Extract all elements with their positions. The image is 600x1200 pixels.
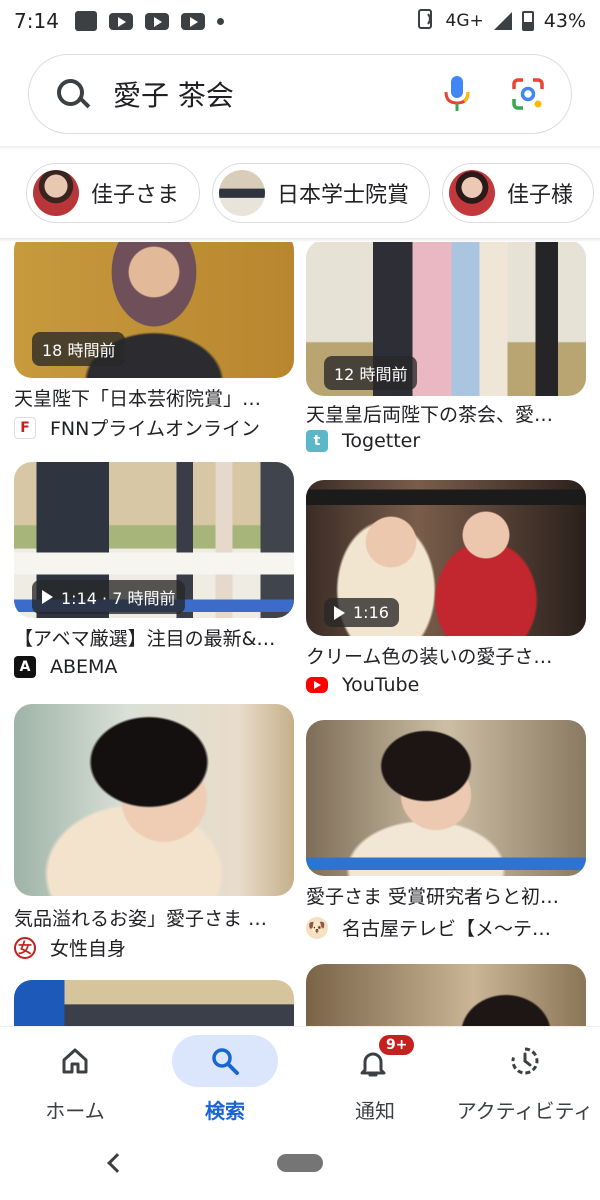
togetter-logo-icon: t bbox=[306, 430, 328, 452]
result-title[interactable]: 天皇陛下「日本芸術院賞」… bbox=[14, 384, 294, 411]
youtube-notification-icon bbox=[144, 12, 169, 30]
gallery-notification-icon bbox=[74, 11, 97, 31]
chip-thumbnail bbox=[449, 170, 496, 216]
badge-text: 1:16 bbox=[353, 603, 389, 622]
fnn-logo-icon: F bbox=[14, 416, 36, 439]
source-name: 女性自身 bbox=[50, 938, 127, 960]
system-navigation-bar bbox=[0, 1132, 600, 1200]
back-icon[interactable] bbox=[107, 1153, 127, 1173]
source-name: FNNプライムオンライン bbox=[50, 418, 260, 440]
search-icon bbox=[55, 77, 89, 111]
status-right-group: 4G+ 43% bbox=[414, 8, 586, 35]
josei-jishin-logo-icon: 女 bbox=[14, 936, 36, 959]
result-title[interactable]: クリーム色の装いの愛子さ… bbox=[306, 642, 586, 669]
result-source[interactable]: 女 女性自身 bbox=[14, 934, 304, 961]
nav-label: 通知 bbox=[355, 1099, 395, 1123]
result-title[interactable]: 気品溢れるお姿」愛子さま … bbox=[14, 904, 294, 931]
chip-label: 佳子さま bbox=[91, 183, 180, 208]
result-thumbnail[interactable]: 12 時間前 bbox=[306, 242, 586, 396]
status-bar: 7:14 4G+ 43% bbox=[0, 0, 600, 42]
source-name: ABEMA bbox=[50, 656, 118, 678]
result-source[interactable]: F FNNプライムオンライン bbox=[14, 414, 304, 441]
nav-icon-container bbox=[472, 1035, 578, 1087]
source-name: YouTube bbox=[342, 674, 420, 696]
search-icon bbox=[212, 1048, 239, 1075]
play-icon bbox=[334, 605, 345, 620]
chip-label: 佳子様 bbox=[507, 183, 574, 208]
time-badge: 1:16 bbox=[324, 598, 399, 627]
home-gesture-pill[interactable] bbox=[277, 1154, 323, 1172]
nav-home[interactable]: ホーム bbox=[0, 1027, 150, 1133]
battery-percent: 43% bbox=[543, 10, 586, 32]
nav-label: ホーム bbox=[45, 1099, 105, 1123]
result-title[interactable]: 天皇皇后両陛下の茶会、愛… bbox=[306, 400, 586, 427]
status-time: 7:14 bbox=[14, 9, 59, 33]
bottom-navigation: ホーム 検索 9+ 通知 アクティビティ bbox=[0, 1026, 600, 1132]
nav-label: アクティビティ bbox=[456, 1099, 594, 1123]
source-name: 名古屋テレビ【メ～テ… bbox=[342, 918, 552, 940]
home-icon bbox=[62, 1048, 88, 1074]
result-thumbnail[interactable]: 18 時間前 bbox=[14, 242, 294, 378]
google-lens-icon[interactable] bbox=[511, 77, 545, 111]
activity-history-icon bbox=[511, 1047, 539, 1075]
badge-text: 12 時間前 bbox=[334, 365, 408, 384]
nav-activity[interactable]: アクティビティ bbox=[450, 1027, 600, 1133]
nav-search[interactable]: 検索 bbox=[150, 1027, 300, 1133]
time-badge: 18 時間前 bbox=[32, 332, 126, 366]
result-thumbnail[interactable]: 1:14 · 7 時間前 bbox=[14, 462, 294, 618]
nfc-icon bbox=[414, 8, 436, 35]
microphone-icon[interactable] bbox=[443, 74, 471, 114]
notification-count-badge: 9+ bbox=[379, 1035, 415, 1055]
more-notifications-icon bbox=[216, 17, 224, 25]
time-badge: 1:14 · 7 時間前 bbox=[32, 580, 186, 614]
abema-logo-icon: A bbox=[14, 656, 36, 678]
battery-icon bbox=[521, 11, 534, 31]
time-badge: 12 時間前 bbox=[324, 356, 418, 390]
chip-kako-sama-kanji[interactable]: 佳子様 bbox=[442, 163, 595, 223]
chip-thumbnail bbox=[33, 170, 79, 216]
youtube-logo-icon bbox=[306, 677, 328, 693]
youtube-notification-icon bbox=[108, 12, 133, 30]
result-source[interactable]: 🐶 名古屋テレビ【メ～テ… bbox=[306, 914, 596, 941]
nav-icon-container bbox=[172, 1035, 278, 1087]
result-title[interactable]: 愛子さま 受賞研究者らと初… bbox=[306, 882, 586, 909]
source-name: Togetter bbox=[342, 430, 421, 452]
header-divider bbox=[0, 146, 600, 150]
badge-text: 1:14 · 7 時間前 bbox=[61, 589, 176, 608]
chip-kako-sama[interactable]: 佳子さま bbox=[26, 163, 201, 223]
search-query[interactable]: 愛子 茶会 bbox=[113, 74, 443, 114]
search-bar[interactable]: 愛子 茶会 bbox=[28, 54, 572, 134]
result-thumbnail[interactable] bbox=[14, 980, 294, 1026]
badge-text: 18 時間前 bbox=[42, 341, 116, 360]
chip-japan-academy-prize[interactable]: 日本学士院賞 bbox=[212, 163, 431, 223]
nav-icon-container bbox=[22, 1035, 128, 1087]
result-thumbnail[interactable] bbox=[306, 964, 586, 1026]
nagoya-tv-logo-icon: 🐶 bbox=[306, 916, 328, 939]
youtube-notification-icon bbox=[180, 12, 205, 30]
chip-label: 日本学士院賞 bbox=[277, 183, 410, 208]
play-icon bbox=[42, 590, 53, 604]
result-source[interactable]: YouTube bbox=[306, 674, 596, 696]
result-title[interactable]: 【アベマ厳選】注目の最新&… bbox=[14, 624, 294, 651]
image-results-grid: 18 時間前 天皇陛下「日本芸術院賞」… F FNNプライムオンライン 12 時… bbox=[0, 242, 600, 1026]
network-type: 4G+ bbox=[445, 11, 484, 31]
nav-notifications[interactable]: 9+ 通知 bbox=[300, 1027, 450, 1133]
result-source[interactable]: A ABEMA bbox=[14, 656, 304, 678]
result-thumbnail[interactable]: 1:16 bbox=[306, 480, 586, 636]
suggestion-chips: 佳子さま 日本学士院賞 佳子様 bbox=[26, 163, 595, 223]
result-thumbnail[interactable] bbox=[306, 720, 586, 876]
chip-thumbnail bbox=[219, 170, 266, 216]
result-source[interactable]: t Togetter bbox=[306, 430, 596, 452]
signal-icon bbox=[493, 12, 512, 30]
result-thumbnail[interactable] bbox=[14, 704, 294, 896]
nav-label: 検索 bbox=[205, 1099, 245, 1123]
